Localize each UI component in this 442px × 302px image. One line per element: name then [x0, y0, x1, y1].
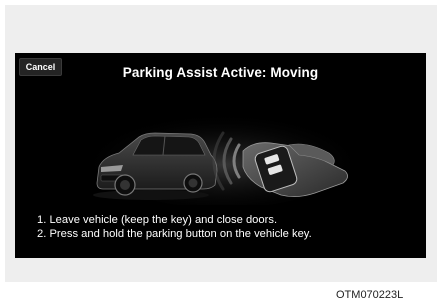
parking-illustration — [93, 112, 353, 205]
parking-assist-screen: Cancel Parking Assist Active: Moving 1. … — [15, 53, 426, 258]
figure-code: OTM070223L — [336, 289, 404, 301]
instruction-list: 1. Leave vehicle (keep the key) and clos… — [37, 213, 420, 241]
screen-title: Parking Assist Active: Moving — [122, 65, 319, 80]
instruction-step: 2. Press and hold the parking button on … — [37, 228, 312, 240]
instruction-step: 1. Leave vehicle (keep the key) and clos… — [37, 214, 278, 226]
